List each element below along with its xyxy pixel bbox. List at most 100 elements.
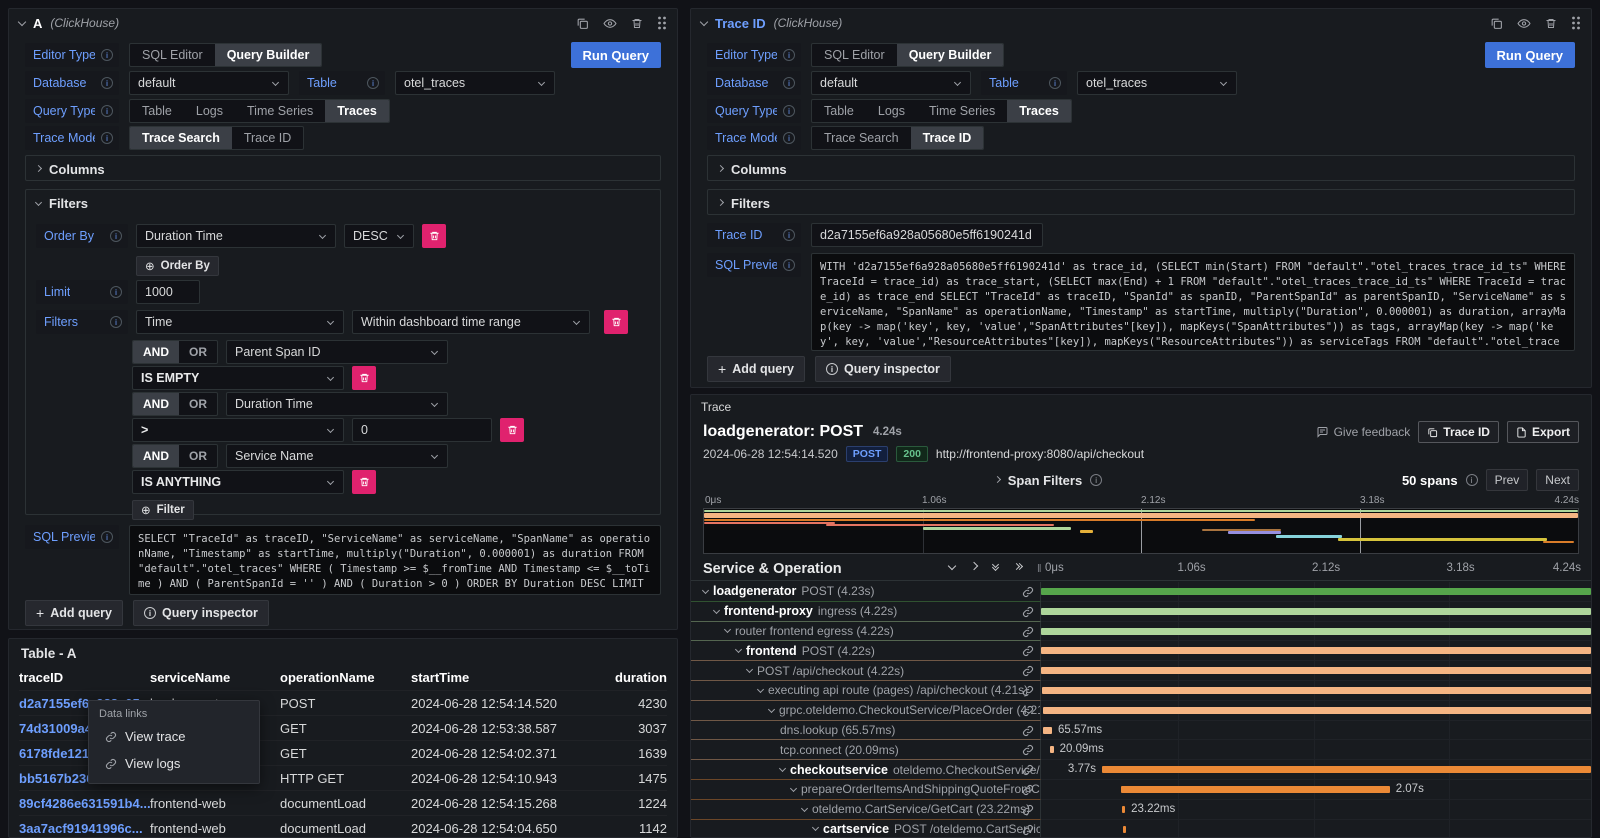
- col-header-duration[interactable]: duration: [581, 670, 667, 685]
- span-link-icon[interactable]: [1022, 645, 1034, 660]
- span-row[interactable]: POST /api/checkout (4.22s): [691, 661, 1591, 681]
- span-row[interactable]: prepareOrderItemsAndShippingQuoteFromCar…: [691, 780, 1591, 800]
- span-row[interactable]: executing api route (pages) /api/checkou…: [691, 681, 1591, 701]
- span-expander-icon[interactable]: [768, 706, 775, 713]
- span-link-icon[interactable]: [1022, 784, 1034, 799]
- span-bar[interactable]: [1041, 667, 1591, 674]
- add-order-by-button[interactable]: ⊕Order By: [136, 256, 219, 276]
- option-query-builder[interactable]: Query Builder: [215, 44, 322, 66]
- span-expander-icon[interactable]: [812, 824, 819, 831]
- span-row[interactable]: frontendPOST (4.22s): [691, 641, 1591, 661]
- remove-filter-button[interactable]: [500, 418, 524, 442]
- duplicate-icon[interactable]: [1490, 17, 1503, 30]
- col-header-operationname[interactable]: operationName: [280, 670, 411, 685]
- option-trace-search[interactable]: Trace Search: [812, 127, 911, 149]
- option-or[interactable]: OR: [179, 341, 217, 363]
- add-query-button[interactable]: +Add query: [707, 356, 805, 382]
- span-link-icon[interactable]: [1022, 824, 1034, 837]
- next-span-button[interactable]: Next: [1536, 469, 1579, 491]
- span-bar[interactable]: [1041, 588, 1591, 595]
- filters-section[interactable]: Filters: [707, 189, 1575, 215]
- filter-field-select[interactable]: Service Name: [226, 444, 448, 468]
- span-bar[interactable]: [1042, 687, 1591, 694]
- collapse-chevron-icon[interactable]: [700, 18, 708, 26]
- trace-id-link[interactable]: 89cf4286e631591b4...: [19, 796, 150, 811]
- trace-id-copy-button[interactable]: Trace ID: [1418, 421, 1499, 443]
- hide-response-eye-icon[interactable]: [1517, 17, 1531, 30]
- span-link-icon[interactable]: [1022, 764, 1034, 779]
- expand-all-icon[interactable]: [1014, 566, 1022, 569]
- column-resizer-handle[interactable]: ‖: [1037, 563, 1043, 575]
- database-select[interactable]: default: [811, 71, 971, 95]
- option-and[interactable]: AND: [133, 393, 179, 415]
- span-row[interactable]: dns.lookup (65.57ms)65.57ms: [691, 721, 1591, 741]
- view-trace-link[interactable]: View trace: [89, 723, 259, 750]
- option-table[interactable]: Table: [130, 100, 184, 122]
- span-link-icon[interactable]: [1022, 804, 1034, 819]
- span-link-icon[interactable]: [1022, 606, 1034, 621]
- run-query-button[interactable]: Run Query: [571, 42, 661, 68]
- filter-value-input[interactable]: 0: [352, 418, 492, 442]
- span-row[interactable]: grpc.oteldemo.CheckoutService/PlaceOrder…: [691, 701, 1591, 721]
- view-logs-link[interactable]: View logs: [89, 750, 259, 777]
- option-logs[interactable]: Logs: [866, 100, 917, 122]
- span-bar[interactable]: [1121, 786, 1389, 793]
- trace-id-input[interactable]: d2a7155ef6a928a05680e5ff6190241d: [811, 223, 1043, 247]
- expand-one-icon[interactable]: [970, 562, 978, 570]
- option-query-builder[interactable]: Query Builder: [897, 44, 1004, 66]
- col-header-starttime[interactable]: startTime: [411, 670, 581, 685]
- filter-operator-select[interactable]: >: [132, 418, 344, 442]
- span-row[interactable]: router frontend egress (4.22s): [691, 622, 1591, 642]
- remove-filter-button[interactable]: [604, 310, 628, 334]
- option-and[interactable]: AND: [133, 445, 179, 467]
- option-trace-id[interactable]: Trace ID: [232, 127, 303, 149]
- span-link-icon[interactable]: [1022, 705, 1034, 720]
- drag-handle-icon[interactable]: [657, 16, 667, 30]
- option-trace-id[interactable]: Trace ID: [911, 127, 984, 149]
- option-or[interactable]: OR: [179, 445, 217, 467]
- filter-operator-select[interactable]: IS EMPTY: [132, 366, 344, 390]
- option-traces[interactable]: Traces: [325, 100, 389, 122]
- span-bar[interactable]: [1122, 806, 1125, 813]
- span-expander-icon[interactable]: [713, 607, 720, 614]
- option-sql-editor[interactable]: SQL Editor: [130, 44, 215, 66]
- table-select[interactable]: otel_traces: [395, 71, 555, 95]
- panel-header[interactable]: A (ClickHouse): [9, 9, 677, 37]
- panel-header[interactable]: Trace ID (ClickHouse): [691, 9, 1591, 37]
- collapse-all-icon[interactable]: [993, 564, 998, 570]
- span-link-icon[interactable]: [1022, 744, 1034, 759]
- columns-section[interactable]: Columns: [707, 155, 1575, 181]
- run-query-button[interactable]: Run Query: [1485, 42, 1575, 68]
- delete-query-icon[interactable]: [631, 17, 643, 30]
- option-sql-editor[interactable]: SQL Editor: [812, 44, 897, 66]
- span-bar[interactable]: [1102, 766, 1591, 773]
- order-by-direction-select[interactable]: DESC: [344, 224, 414, 248]
- span-expander-icon[interactable]: [724, 626, 731, 633]
- export-button[interactable]: Export: [1507, 421, 1579, 443]
- span-bar[interactable]: [1041, 628, 1591, 635]
- span-row[interactable]: oteldemo.CartService/GetCart (23.22ms)23…: [691, 800, 1591, 820]
- order-by-field-select[interactable]: Duration Time: [136, 224, 336, 248]
- span-expander-icon[interactable]: [790, 785, 797, 792]
- duplicate-icon[interactable]: [576, 17, 589, 30]
- span-link-icon[interactable]: [1022, 626, 1034, 641]
- span-link-icon[interactable]: [1022, 685, 1034, 700]
- span-row[interactable]: loadgeneratorPOST (4.23s): [691, 582, 1591, 602]
- remove-order-by-button[interactable]: [422, 224, 446, 248]
- remove-filter-button[interactable]: [352, 366, 376, 390]
- span-link-icon[interactable]: [1022, 725, 1034, 740]
- span-row[interactable]: checkoutserviceoteldemo.CheckoutService/…: [691, 760, 1591, 780]
- delete-query-icon[interactable]: [1545, 17, 1557, 30]
- filter-operator-select[interactable]: IS ANYTHING: [132, 470, 344, 494]
- span-link-icon[interactable]: [1022, 665, 1034, 680]
- filter-field-select[interactable]: Duration Time: [226, 392, 448, 416]
- trace-minimap[interactable]: [703, 508, 1579, 554]
- prev-span-button[interactable]: Prev: [1486, 469, 1529, 491]
- collapse-chevron-icon[interactable]: [18, 18, 26, 26]
- filter-condition-select[interactable]: Within dashboard time range: [352, 310, 590, 334]
- span-link-icon[interactable]: [1022, 586, 1034, 601]
- col-header-servicename[interactable]: serviceName: [150, 670, 280, 685]
- query-inspector-button[interactable]: iQuery inspector: [133, 600, 269, 626]
- columns-section[interactable]: Columns: [25, 155, 661, 181]
- span-bar[interactable]: [1041, 608, 1591, 615]
